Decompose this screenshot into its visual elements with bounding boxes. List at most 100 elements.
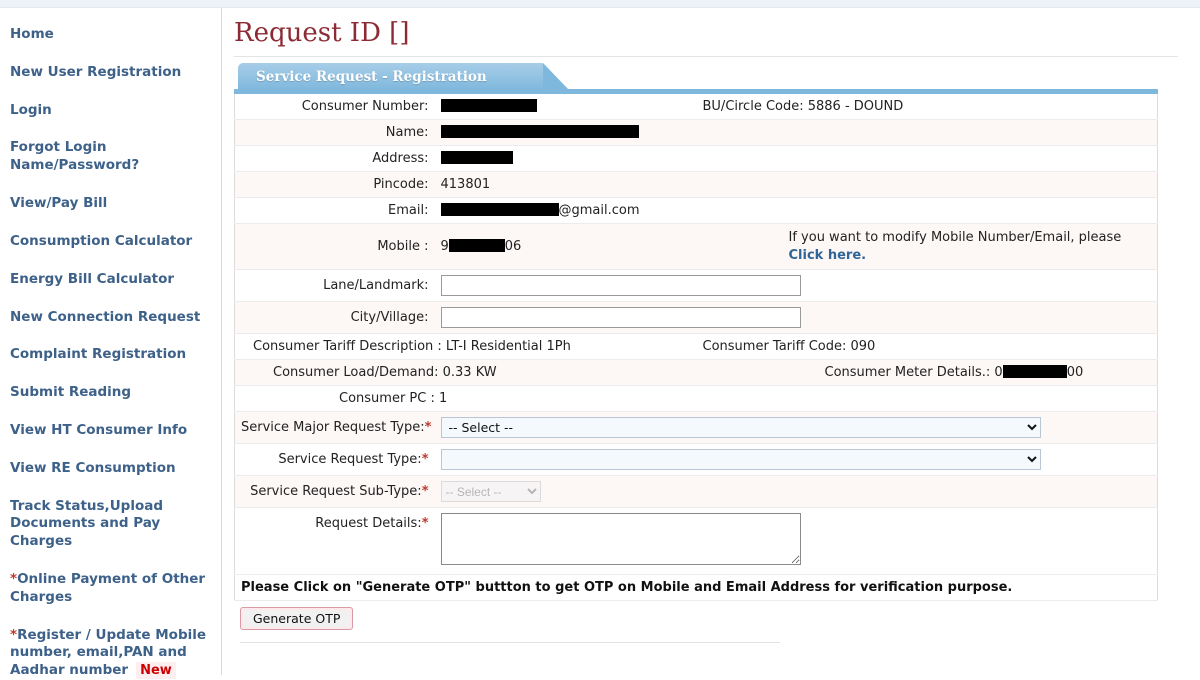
sidebar-item-label: Track Status,Upload Documents and Pay Ch… [10,497,163,550]
meter-suffix: 00 [1066,365,1084,381]
request-details-label: Request Details:* [234,507,435,576]
sidebar-item-complaint-registration[interactable]: Complaint Registration [10,346,221,364]
sidebar-item-energy-bill-calculator[interactable]: Energy Bill Calculator [10,271,221,289]
lane-landmark-label: Lane/Landmark: [234,269,435,303]
sidebar-item-track-status[interactable]: Track Status,Upload Documents and Pay Ch… [10,498,221,551]
consumer-load-label: Consumer Load/Demand: 0.33 KW [234,359,697,387]
sidebar-item-label: Submit Reading [10,384,132,401]
city-village-input[interactable] [440,307,801,329]
service-major-request-type-label: Service Major Request Type:* [234,411,435,445]
service-request-form-table: Consumer Number: BU/Circle Code: 5886 - … [234,94,1158,602]
tariff-code-label: Consumer Tariff Code: 090 [696,333,1158,361]
email-domain: @gmail.com [558,203,640,218]
table-row-otp-note: Please Click on "Generate OTP" buttton t… [234,574,1158,602]
sidebar-item-label: New User Registration [10,63,182,80]
sidebar-item-view-ht-consumer-info[interactable]: View HT Consumer Info [10,422,221,440]
table-row-lane-landmark: Lane/Landmark: [234,269,1158,303]
modify-note-text: If you want to modify Mobile Number/Emai… [788,230,1122,245]
sidebar-item-label: New Connection Request [10,308,201,325]
table-row-name: Name: [234,119,1158,146]
table-row-address: Address: [234,145,1158,172]
sidebar-item-view-pay-bill[interactable]: View/Pay Bill [10,195,221,213]
pincode-right-empty [696,171,1158,198]
meter-prefix: Consumer Meter Details.: 0 [824,365,1003,381]
sidebar-navigation: Home New User Registration Login Forgot … [0,8,222,680]
mobile-prefix: 9 [440,239,449,255]
table-row-email: Email: @gmail.com [234,197,1158,224]
sidebar-item-label: Complaint Registration [10,346,187,363]
page-title: Request ID [] [234,18,1178,57]
address-label: Address: [234,145,435,172]
mobile-value: 9 06 [434,223,697,271]
label-text: Service Major Request Type: [241,420,425,436]
required-asterisk-icon: * [421,484,429,500]
service-request-sub-type-cell: -- Select -- [434,475,1158,509]
sidebar-item-home[interactable]: Home [10,26,221,44]
redacted-bar [440,203,559,216]
modify-mobile-note: If you want to modify Mobile Number/Emai… [696,223,1158,271]
redacted-bar [440,151,513,164]
sidebar-item-label: Forgot Login Name/Password? [10,139,140,174]
consumer-pc-right-empty [696,385,1158,413]
label-text: Service Request Type: [278,452,422,468]
table-row-request-details: Request Details:* [234,507,1158,576]
tab-service-request-registration[interactable]: Service Request - Registration [238,63,569,90]
table-row-city-village: City/Village: [234,301,1158,335]
request-details-cell [434,507,1158,576]
top-strip [0,0,1200,8]
click-here-link[interactable]: Click here. [789,248,867,263]
sidebar-item-label: View RE Consumption [10,459,176,476]
sidebar-item-register-update-mobile[interactable]: *Register / Update Mobile number, email,… [10,627,221,680]
consumer-number-label: Consumer Number: [234,94,435,120]
table-row-load-meter: Consumer Load/Demand: 0.33 KW Consumer M… [234,359,1158,387]
sidebar-item-label: Online Payment of Other Charges [10,571,206,605]
sidebar-item-label: Energy Bill Calculator [10,270,175,287]
required-asterisk-icon: * [10,626,18,643]
otp-instruction-text: Please Click on "Generate OTP" buttton t… [234,574,1158,602]
sidebar-item-submit-reading[interactable]: Submit Reading [10,384,221,402]
sidebar-item-label: Consumption Calculator [10,232,193,249]
required-asterisk-icon: * [10,571,18,587]
new-badge: New [136,662,176,680]
required-asterisk-icon: * [421,516,429,532]
consumer-number-value [434,94,697,120]
request-details-textarea[interactable] [440,513,801,566]
table-row-tariff: Consumer Tariff Description : LT-I Resid… [234,333,1158,361]
meter-details-label: Consumer Meter Details.: 0 00 [696,359,1158,387]
service-request-sub-type-label: Service Request Sub-Type:* [234,475,435,509]
service-major-request-type-select[interactable]: -- Select -- [440,417,1041,439]
consumer-pc-label: Consumer PC : 1 [234,385,697,413]
sidebar-item-view-re-consumption[interactable]: View RE Consumption [10,460,221,478]
table-row-consumer-pc: Consumer PC : 1 [234,385,1158,413]
sidebar-item-forgot-login[interactable]: Forgot Login Name/Password? [10,139,221,175]
pincode-value: 413801 [434,171,697,198]
sidebar-item-online-payment-other-charges[interactable]: *Online Payment of Other Charges [10,571,221,607]
tariff-description-label: Consumer Tariff Description : LT-I Resid… [234,333,697,361]
service-request-type-label: Service Request Type:* [234,443,435,477]
page-layout: Home New User Registration Login Forgot … [0,8,1200,680]
lane-landmark-cell [434,269,1158,303]
sidebar-item-new-user-registration[interactable]: New User Registration [10,64,221,82]
name-right-empty [696,119,1158,146]
table-row-service-major-request-type: Service Major Request Type:* -- Select -… [234,411,1158,445]
label-text: Service Request Sub-Type: [250,484,422,500]
sidebar-item-label: Login [10,101,52,118]
city-village-cell [434,301,1158,335]
table-row-consumer-number: Consumer Number: BU/Circle Code: 5886 - … [234,94,1158,120]
name-value [434,119,697,146]
email-label: Email: [234,197,435,224]
redacted-bar [440,125,639,138]
service-request-sub-type-select[interactable]: -- Select -- [440,481,541,503]
sidebar-item-consumption-calculator[interactable]: Consumption Calculator [10,233,221,251]
sidebar-item-login[interactable]: Login [10,102,221,120]
sidebar-item-new-connection-request[interactable]: New Connection Request [10,309,221,327]
service-request-type-select[interactable] [440,449,1041,471]
sidebar-item-label: View HT Consumer Info [10,421,188,438]
pincode-label: Pincode: [234,171,435,198]
mobile-label: Mobile : [234,223,435,271]
lane-landmark-input[interactable] [440,275,801,297]
table-row-service-request-type: Service Request Type:* [234,443,1158,477]
name-label: Name: [234,119,435,146]
generate-otp-button[interactable]: Generate OTP [240,607,354,631]
email-right-empty [696,197,1158,224]
